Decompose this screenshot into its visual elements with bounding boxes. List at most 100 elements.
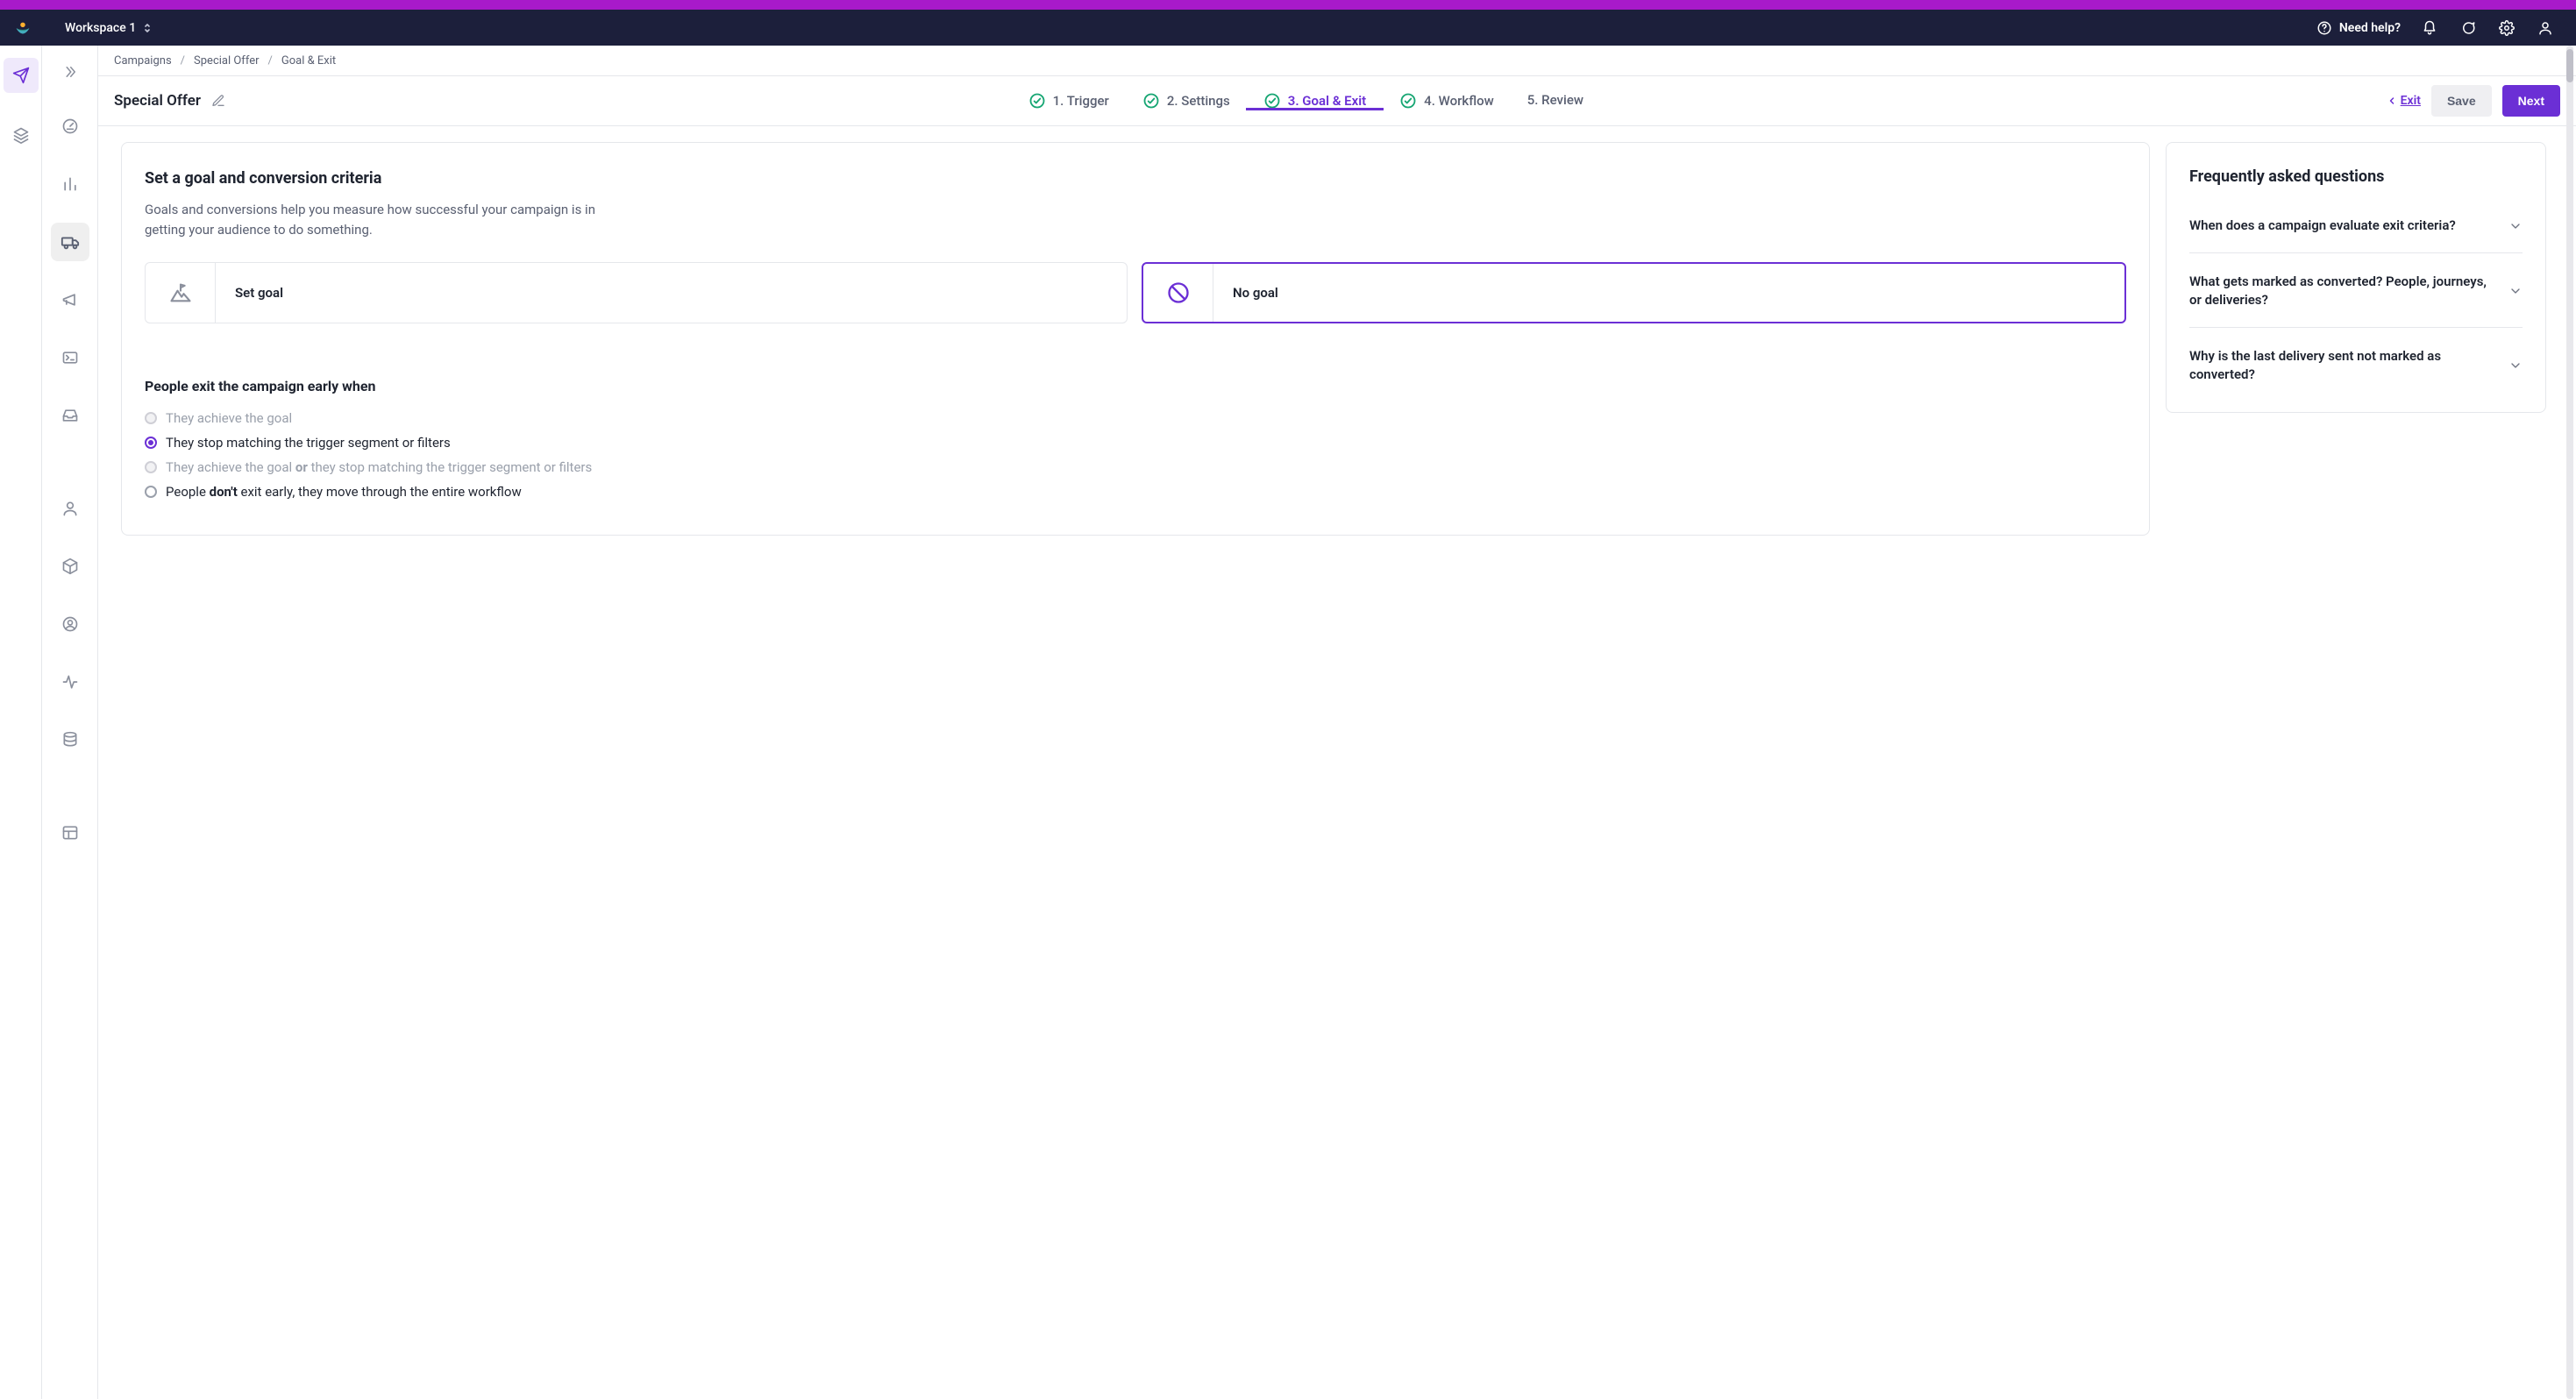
save-button[interactable]: Save — [2431, 85, 2492, 117]
breadcrumb: Campaigns / Special Offer / Goal & Exit — [98, 46, 2576, 76]
edit-title-button[interactable] — [211, 94, 225, 108]
faq-item[interactable]: When does a campaign evaluate exit crite… — [2189, 198, 2523, 252]
scrollbar-thumb[interactable] — [2566, 49, 2573, 82]
nav-deliveries[interactable] — [51, 396, 89, 435]
scrollbar[interactable] — [2566, 46, 2573, 1399]
cube-icon — [61, 557, 79, 575]
option-label: No goal — [1213, 285, 2124, 301]
step-label: 2. Settings — [1167, 93, 1230, 109]
faq-item[interactable]: Why is the last delivery sent not marked… — [2189, 327, 2523, 401]
layout-icon — [61, 824, 79, 842]
exit-option-goal: They achieve the goal — [145, 410, 2126, 426]
step-label: 1. Trigger — [1053, 93, 1109, 109]
faq-question: Why is the last delivery sent not marked… — [2189, 347, 2493, 384]
step-trigger[interactable]: 1. Trigger — [1028, 92, 1109, 110]
circle-person-icon — [61, 615, 79, 633]
primary-nav-layers[interactable] — [4, 117, 39, 153]
radio-icon — [145, 412, 157, 424]
nav-broadcasts[interactable] — [51, 281, 89, 319]
goal-description: Goals and conversions help you measure h… — [145, 200, 618, 239]
need-help-label: Need help? — [2339, 21, 2401, 35]
step-label: 5. Review — [1527, 92, 1583, 108]
faq-question: What gets marked as converted? People, j… — [2189, 273, 2493, 309]
breadcrumb-current: Goal & Exit — [281, 54, 336, 67]
messages-button[interactable] — [2459, 18, 2478, 38]
nav-analytics[interactable] — [51, 165, 89, 203]
radio-icon — [145, 486, 157, 498]
chevron-updown-icon — [143, 22, 152, 34]
exit-option-stop-matching[interactable]: They stop matching the trigger segment o… — [145, 435, 2126, 451]
exit-card: People exit the campaign early when They… — [121, 352, 2150, 536]
content-area: Campaigns / Special Offer / Goal & Exit … — [98, 46, 2576, 1399]
inbox-icon — [61, 407, 79, 424]
subheader: Special Offer 1. Trigger 2. Settings 3. … — [98, 76, 2576, 126]
terminal-icon — [61, 349, 79, 366]
step-review[interactable]: 5. Review — [1527, 92, 1583, 108]
gear-icon — [2499, 20, 2515, 36]
help-circle-icon — [2316, 20, 2332, 36]
chevron-down-icon — [2508, 284, 2523, 298]
activity-icon — [61, 673, 79, 691]
database-icon — [61, 731, 79, 749]
user-icon — [2537, 20, 2553, 36]
goal-card: Set a goal and conversion criteria Goals… — [121, 142, 2150, 352]
primary-nav-send[interactable] — [4, 58, 39, 93]
breadcrumb-link[interactable]: Campaigns — [114, 54, 172, 67]
step-goal-exit[interactable]: 3. Goal & Exit — [1263, 92, 1366, 110]
exit-option-no-early-exit[interactable]: People don't exit early, they move throu… — [145, 484, 2126, 500]
truck-icon — [60, 232, 80, 252]
exit-link[interactable]: Exit — [2387, 94, 2421, 108]
faq-heading: Frequently asked questions — [2189, 167, 2523, 186]
step-settings[interactable]: 2. Settings — [1142, 92, 1230, 110]
nav-objects[interactable] — [51, 547, 89, 586]
check-circle-icon — [1263, 92, 1281, 110]
secondary-nav-rail — [42, 46, 98, 1399]
app-logo[interactable] — [12, 18, 33, 39]
exit-label: Exit — [2401, 94, 2421, 108]
chevron-left-icon — [2387, 96, 2397, 106]
check-circle-icon — [1142, 92, 1160, 110]
account-button[interactable] — [2536, 18, 2555, 38]
campaign-title: Special Offer — [114, 92, 201, 110]
step-workflow[interactable]: 4. Workflow — [1399, 92, 1494, 110]
faq-item[interactable]: What gets marked as converted? People, j… — [2189, 252, 2523, 327]
nav-activity[interactable] — [51, 663, 89, 701]
person-icon — [61, 500, 79, 517]
megaphone-icon — [61, 291, 79, 309]
nav-people[interactable] — [51, 489, 89, 528]
step-label: 3. Goal & Exit — [1288, 93, 1366, 109]
top-accent-bar — [0, 0, 2576, 10]
step-label: 4. Workflow — [1424, 93, 1494, 109]
nav-data[interactable] — [51, 721, 89, 759]
nav-dashboard[interactable] — [51, 107, 89, 146]
chat-icon — [2460, 20, 2476, 36]
radio-icon — [145, 461, 157, 473]
exit-option-goal-or-stop: They achieve the goal or they stop match… — [145, 459, 2126, 475]
paper-plane-icon — [12, 67, 30, 84]
expand-sidebar-button[interactable] — [54, 56, 86, 88]
exit-radio-group: They achieve the goal They stop matching… — [145, 410, 2126, 500]
next-button[interactable]: Next — [2502, 85, 2560, 117]
faq-card: Frequently asked questions When does a c… — [2166, 142, 2546, 413]
settings-button[interactable] — [2497, 18, 2516, 38]
radio-icon — [145, 437, 157, 449]
option-label: Set goal — [216, 285, 1127, 301]
appbar: Workspace 1 Need help? — [0, 10, 2576, 46]
primary-nav-rail — [0, 46, 42, 1399]
need-help-button[interactable]: Need help? — [2316, 20, 2401, 36]
exit-heading: People exit the campaign early when — [145, 378, 2126, 394]
bell-icon — [2422, 20, 2437, 36]
nav-transactional[interactable] — [51, 338, 89, 377]
chevrons-right-icon — [62, 64, 78, 80]
nav-segments[interactable] — [51, 605, 89, 643]
workspace-switcher[interactable]: Workspace 1 — [65, 21, 152, 35]
goal-heading: Set a goal and conversion criteria — [145, 169, 2126, 188]
option-set-goal[interactable]: Set goal — [145, 262, 1128, 323]
breadcrumb-link[interactable]: Special Offer — [194, 54, 259, 67]
nav-content[interactable] — [51, 813, 89, 852]
option-no-goal[interactable]: No goal — [1142, 262, 2126, 323]
nav-campaigns[interactable] — [51, 223, 89, 261]
layers-icon — [12, 126, 30, 144]
notifications-button[interactable] — [2420, 18, 2439, 38]
bar-chart-icon — [61, 175, 79, 193]
